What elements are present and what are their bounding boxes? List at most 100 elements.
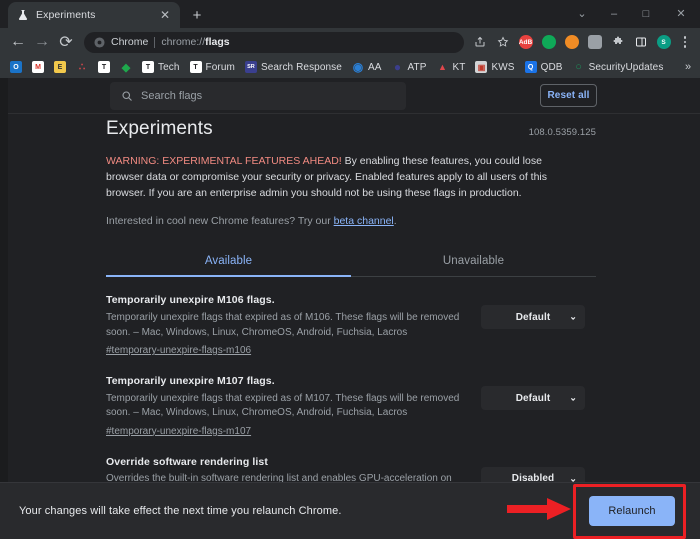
flag-state-select[interactable]: Default ⌄ xyxy=(481,305,585,330)
bookmark-favicon: SR xyxy=(244,61,257,73)
bookmark-item-kt[interactable]: ▲ KT xyxy=(432,59,471,75)
tab-available[interactable]: Available xyxy=(106,248,351,276)
bookmark-item-atp[interactable]: ● ATP xyxy=(386,59,431,75)
flags-main-column: Experiments 108.0.5359.125 WARNING: EXPE… xyxy=(106,118,596,516)
bookmark-item-search-response[interactable]: SR Search Response xyxy=(240,59,347,75)
flag-text: Temporarily unexpire M107 flags. Tempora… xyxy=(106,374,471,439)
bookmark-favicon: E xyxy=(54,61,66,73)
bookmark-item-kws[interactable]: ▣ KWS xyxy=(470,59,519,75)
reset-all-button[interactable]: Reset all xyxy=(540,84,597,107)
flag-permalink[interactable]: #temporary-unexpire-flags-m107 xyxy=(106,426,251,437)
ext-badge xyxy=(541,35,556,49)
forward-icon[interactable]: → xyxy=(30,30,54,54)
flag-permalink[interactable]: #temporary-unexpire-flags-m106 xyxy=(106,345,251,356)
chrome-menu-icon[interactable] xyxy=(676,32,694,53)
new-tab-button[interactable]: + xyxy=(184,2,210,28)
bookmark-favicon: ◆ xyxy=(121,61,131,74)
tab-strip: Experiments ✕ + ⌄ – □ ✕ xyxy=(0,0,700,28)
share-icon[interactable] xyxy=(469,32,490,53)
reload-icon[interactable]: ⟳ xyxy=(54,30,78,54)
bookmark-item-aa[interactable]: ◉ AA xyxy=(347,59,387,75)
bookmark-label: KWS xyxy=(491,61,515,73)
bookmark-item[interactable]: ∴ xyxy=(71,59,93,75)
browser-window: Experiments ✕ + ⌄ – □ ✕ ← → ⟳ Chrome chr… xyxy=(0,0,700,539)
bookmark-item-security-updates[interactable]: ○ SecurityUpdates xyxy=(568,59,669,75)
bookmark-item[interactable]: E xyxy=(49,59,71,75)
bookmark-favicon: T xyxy=(142,61,154,73)
flag-name: Temporarily unexpire M107 flags. xyxy=(106,375,275,388)
flag-text: Temporarily unexpire M106 flags. Tempora… xyxy=(106,293,471,358)
address-bar[interactable]: Chrome chrome://flags xyxy=(84,31,464,53)
omnibox-divider xyxy=(154,36,156,48)
bookmark-favicon: ▣ xyxy=(475,61,488,73)
avatar-initial: S xyxy=(656,35,671,49)
shield-icon: ○ xyxy=(575,61,582,73)
bookmark-item-tech[interactable]: T Tech xyxy=(137,59,185,75)
page-content: Reset all Experiments 108.0.5359.125 WAR… xyxy=(0,78,700,539)
back-icon[interactable]: ← xyxy=(6,30,30,54)
extension-icon-orange[interactable] xyxy=(561,32,582,53)
bookmark-star-icon[interactable] xyxy=(492,32,513,53)
flag-state-value: Default xyxy=(515,392,551,404)
tab-title: Experiments xyxy=(36,9,96,21)
bookmarks-bar: O M E ∴ T ◆ T Tech T Forum SR Search Respon… xyxy=(0,56,700,78)
url-path: flags xyxy=(205,36,230,48)
ext-badge: AdB xyxy=(518,35,533,49)
bookmark-item[interactable]: ◆ xyxy=(115,59,137,75)
extension-icon-adblock[interactable]: AdB xyxy=(515,32,536,53)
page-title: Experiments xyxy=(106,118,213,139)
beta-channel-link[interactable]: beta channel xyxy=(334,215,394,227)
flag-select-wrap: Default ⌄ xyxy=(481,293,585,330)
relaunch-button[interactable]: Relaunch xyxy=(589,496,675,526)
chevron-down-icon: ⌄ xyxy=(569,392,577,403)
flask-icon xyxy=(16,9,29,22)
window-controls: ⌄ – □ ✕ xyxy=(566,0,700,28)
beta-suffix: . xyxy=(393,214,397,227)
search-flags-box[interactable] xyxy=(110,82,406,110)
bookmarks-overflow-icon[interactable]: » xyxy=(680,59,696,75)
bookmark-label: Forum xyxy=(205,61,235,73)
chevron-down-icon: ⌄ xyxy=(569,311,577,322)
ext-badge xyxy=(587,35,602,49)
flags-page: Reset all Experiments 108.0.5359.125 WAR… xyxy=(8,78,700,539)
bookmark-label: Tech xyxy=(158,61,180,73)
profile-avatar[interactable]: S xyxy=(653,32,674,53)
relaunch-bar: Your changes will take effect the next t… xyxy=(0,482,700,539)
bookmark-favicon: Q xyxy=(524,61,537,73)
tab-unavailable[interactable]: Unavailable xyxy=(351,248,596,276)
page-left-gutter xyxy=(0,78,8,539)
minimize-icon[interactable]: – xyxy=(598,0,630,28)
active-tab-underline xyxy=(106,275,351,278)
site-chip-label: Chrome xyxy=(111,36,149,48)
bookmark-item[interactable]: T xyxy=(93,59,115,75)
bookmark-item-qdb[interactable]: Q QDB xyxy=(520,59,568,75)
bookmark-label: SecurityUpdates xyxy=(588,61,664,73)
browser-tab-experiments[interactable]: Experiments ✕ xyxy=(8,2,180,28)
bookmark-item[interactable]: M xyxy=(27,59,49,75)
flag-name: Temporarily unexpire M106 flags. xyxy=(106,294,275,307)
camera-icon[interactable] xyxy=(584,32,605,53)
flag-name: Override software rendering list xyxy=(106,455,268,468)
bookmark-favicon: T xyxy=(98,61,110,73)
bookmark-label: QDB xyxy=(540,61,563,73)
puzzle-piece-icon[interactable] xyxy=(607,32,628,53)
close-window-icon[interactable]: ✕ xyxy=(662,0,700,28)
bookmark-label: Search Response xyxy=(260,61,342,73)
side-panel-icon[interactable] xyxy=(630,32,651,53)
flag-description: Temporarily unexpire flags that expired … xyxy=(106,392,460,419)
beta-channel-line: Interested in cool new Chrome features? … xyxy=(106,214,596,230)
browser-toolbar: ← → ⟳ Chrome chrome://flags AdB S xyxy=(0,28,700,56)
close-icon[interactable]: ✕ xyxy=(158,8,172,22)
chrome-logo-icon xyxy=(93,36,105,48)
tab-search-icon[interactable]: ⌄ xyxy=(566,0,598,28)
maximize-icon[interactable]: □ xyxy=(630,0,662,28)
bookmark-item-forum[interactable]: T Forum xyxy=(185,59,240,75)
bookmark-item[interactable]: O xyxy=(5,59,27,75)
url-text: chrome://flags xyxy=(161,36,229,48)
flags-tabs: Available Unavailable xyxy=(106,248,596,278)
flag-state-select[interactable]: Default ⌄ xyxy=(481,386,585,411)
bookmark-favicon: ◉ xyxy=(352,60,364,74)
extension-icon-green[interactable] xyxy=(538,32,559,53)
bookmark-favicon: ∴ xyxy=(78,61,86,73)
search-input[interactable] xyxy=(141,90,396,102)
